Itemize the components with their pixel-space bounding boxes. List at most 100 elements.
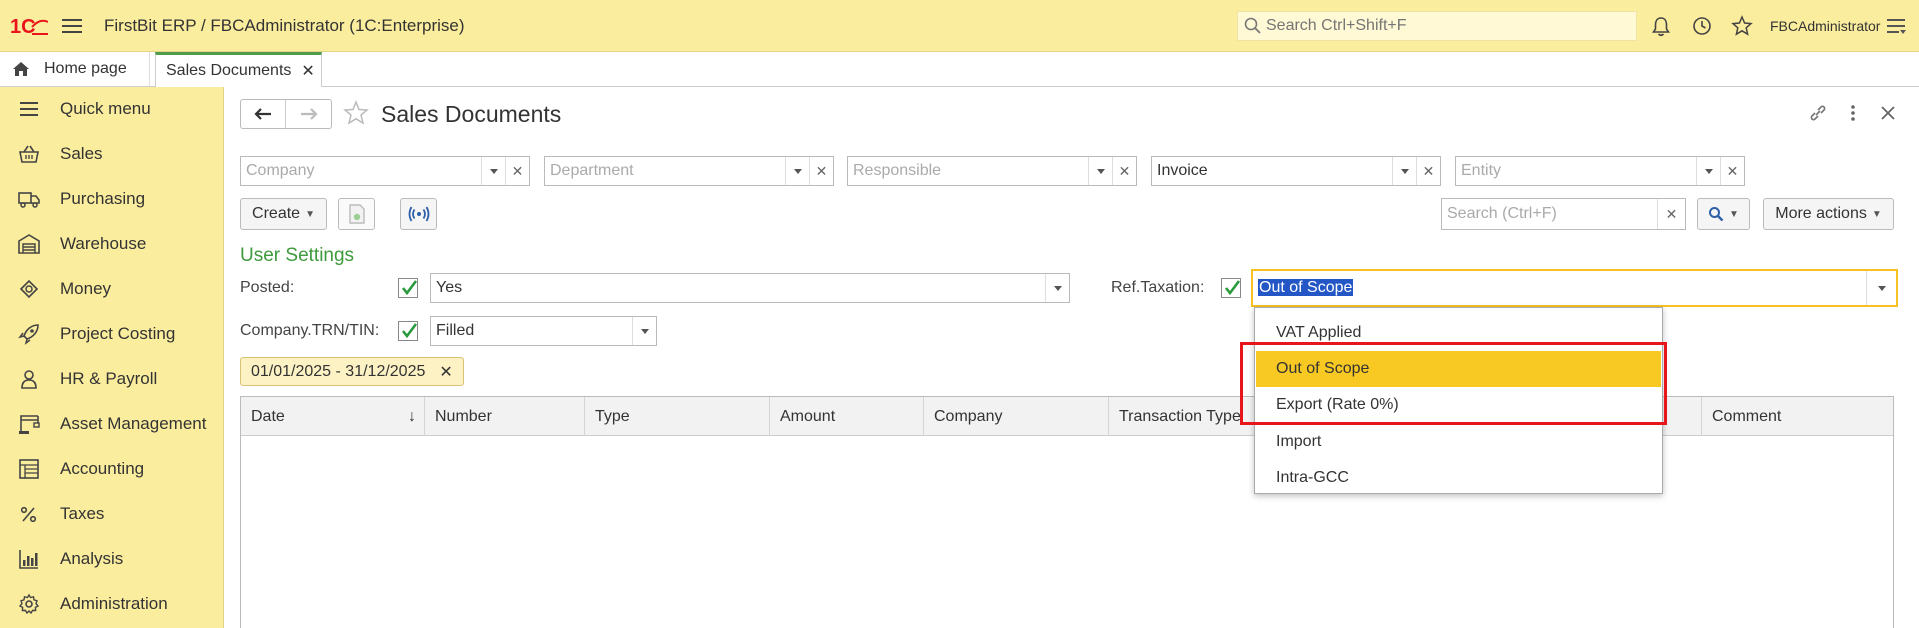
exchange-button[interactable] (400, 198, 437, 230)
clear-icon[interactable]: ✕ (1416, 157, 1440, 185)
forward-button[interactable] (286, 100, 331, 128)
history-icon[interactable] (1691, 15, 1713, 37)
posted-label: Posted: (240, 279, 295, 296)
column-number[interactable]: Number (425, 397, 585, 436)
sidebar-item-hr-payroll[interactable]: HR & Payroll (0, 357, 224, 402)
close-form-icon[interactable] (1878, 102, 1898, 124)
close-tab-icon[interactable]: ✕ (301, 61, 314, 81)
clear-icon[interactable]: ✕ (1720, 157, 1744, 185)
column-type[interactable]: Type (585, 397, 770, 436)
chevron-down-icon[interactable] (1696, 157, 1720, 185)
entity-filter-value[interactable]: Entity (1456, 157, 1696, 185)
search-options-button[interactable]: ▼ (1697, 198, 1750, 230)
department-filter[interactable]: Department ✕ (544, 156, 834, 186)
responsible-filter-value[interactable]: Responsible (848, 157, 1088, 185)
chevron-down-icon[interactable] (1088, 157, 1112, 185)
chevron-down-icon[interactable] (1392, 157, 1416, 185)
main-menu-icon[interactable] (62, 17, 82, 35)
post-document-button[interactable] (338, 198, 375, 230)
bell-icon[interactable] (1650, 15, 1672, 37)
sidebar-item-project-costing[interactable]: Project Costing (0, 312, 224, 357)
column-company[interactable]: Company (924, 397, 1109, 436)
top-bar: 1C FirstBit ERP / FBCAdministrator (1C:E… (0, 0, 1919, 52)
ledger-icon (19, 459, 39, 479)
company-filter[interactable]: Company ✕ (240, 156, 530, 186)
column-transaction-type[interactable]: Transaction Type (1109, 397, 1253, 436)
tab-home-page[interactable]: Home page (0, 52, 150, 86)
sidebar-item-analysis[interactable]: Analysis (0, 537, 224, 582)
global-search[interactable] (1237, 11, 1637, 41)
chevron-down-icon[interactable] (481, 157, 505, 185)
document-type-filter-value[interactable]: Invoice (1152, 157, 1392, 185)
dropdown-option-import[interactable]: Import (1256, 424, 1661, 460)
sidebar: Quick menu Sales Purchasing Warehouse Mo… (0, 87, 224, 628)
clear-icon[interactable]: ✕ (505, 157, 529, 185)
sidebar-item-asset-management[interactable]: Asset Management (0, 402, 224, 447)
posted-checkbox[interactable] (398, 278, 418, 298)
chevron-down-icon[interactable] (785, 157, 809, 185)
ref-taxation-select[interactable]: Out of Scope (1251, 269, 1898, 307)
responsible-filter[interactable]: Responsible ✕ (847, 156, 1137, 186)
clear-icon[interactable]: ✕ (809, 157, 833, 185)
sidebar-item-accounting[interactable]: Accounting (0, 447, 224, 492)
checkmark-icon (401, 323, 418, 339)
page-title: Sales Documents (381, 101, 562, 127)
document-post-icon (348, 204, 365, 224)
company-filter-value[interactable]: Company (241, 157, 481, 185)
checkmark-icon (401, 280, 418, 296)
sidebar-item-label: Taxes (60, 504, 105, 523)
chevron-down-icon[interactable] (1045, 274, 1069, 302)
dropdown-option-intra-gcc[interactable]: Intra-GCC (1256, 460, 1661, 496)
add-favorite-star-icon[interactable] (343, 100, 369, 126)
sidebar-item-purchasing[interactable]: Purchasing (0, 177, 224, 222)
sidebar-item-quick-menu[interactable]: Quick menu (0, 87, 224, 132)
posted-select[interactable]: Yes (430, 273, 1070, 303)
column-comment[interactable]: Comment (1701, 397, 1893, 436)
trn-select[interactable]: Filled (430, 316, 657, 346)
more-vertical-icon[interactable] (1847, 102, 1859, 124)
date-range-chip[interactable]: 01/01/2025 - 31/12/2025 ✕ (240, 357, 464, 386)
clear-search-icon[interactable]: ✕ (1657, 199, 1685, 229)
sidebar-item-taxes[interactable]: Taxes (0, 492, 224, 537)
link-icon[interactable] (1807, 102, 1829, 124)
tab-home-label: Home page (44, 60, 127, 77)
chevron-down-icon[interactable] (632, 317, 656, 345)
entity-filter[interactable]: Entity ✕ (1455, 156, 1745, 186)
settings-menu-icon[interactable] (1885, 15, 1907, 37)
ref-taxation-checkbox[interactable] (1221, 278, 1241, 298)
user-settings-title: User Settings (240, 245, 355, 266)
1c-logo-icon[interactable]: 1C (10, 14, 48, 38)
posted-select-value[interactable]: Yes (431, 274, 1045, 302)
truck-icon (18, 192, 40, 208)
trn-checkbox[interactable] (398, 321, 418, 341)
create-button[interactable]: Create ▼ (240, 198, 327, 230)
list-search-input[interactable]: Search (Ctrl+F) (1442, 199, 1657, 229)
tab-sales-documents[interactable]: Sales Documents ✕ (155, 52, 322, 87)
username[interactable]: FBCAdministrator (1770, 18, 1880, 34)
favorites-star-icon[interactable] (1731, 15, 1753, 37)
sidebar-item-money[interactable]: Money (0, 267, 224, 312)
crane-icon (19, 415, 40, 434)
ref-taxation-select-value[interactable]: Out of Scope (1253, 271, 1866, 305)
document-type-filter[interactable]: Invoice ✕ (1151, 156, 1441, 186)
tab-sales-documents-label: Sales Documents (166, 62, 292, 79)
back-button[interactable] (241, 100, 287, 128)
more-actions-button[interactable]: More actions ▼ (1763, 198, 1894, 230)
global-search-input[interactable] (1266, 17, 1626, 35)
sort-down-icon: ↓ (408, 408, 416, 425)
sidebar-item-warehouse[interactable]: Warehouse (0, 222, 224, 267)
sidebar-item-administration[interactable]: Administration (0, 582, 224, 627)
sidebar-item-sales[interactable]: Sales (0, 132, 224, 177)
chevron-down-icon[interactable] (1866, 271, 1896, 305)
sidebar-item-label: Administration (60, 594, 168, 613)
department-filter-value[interactable]: Department (545, 157, 785, 185)
svg-text:1C: 1C (10, 16, 36, 38)
column-date[interactable]: Date ↓ (241, 397, 425, 436)
remove-date-range-icon[interactable]: ✕ (439, 362, 452, 382)
column-amount[interactable]: Amount (770, 397, 924, 436)
sidebar-item-label: Sales (60, 144, 103, 163)
sidebar-item-label: Project Costing (60, 324, 176, 343)
trn-select-value[interactable]: Filled (431, 317, 632, 345)
clear-icon[interactable]: ✕ (1112, 157, 1136, 185)
list-search[interactable]: Search (Ctrl+F) ✕ (1441, 198, 1686, 230)
